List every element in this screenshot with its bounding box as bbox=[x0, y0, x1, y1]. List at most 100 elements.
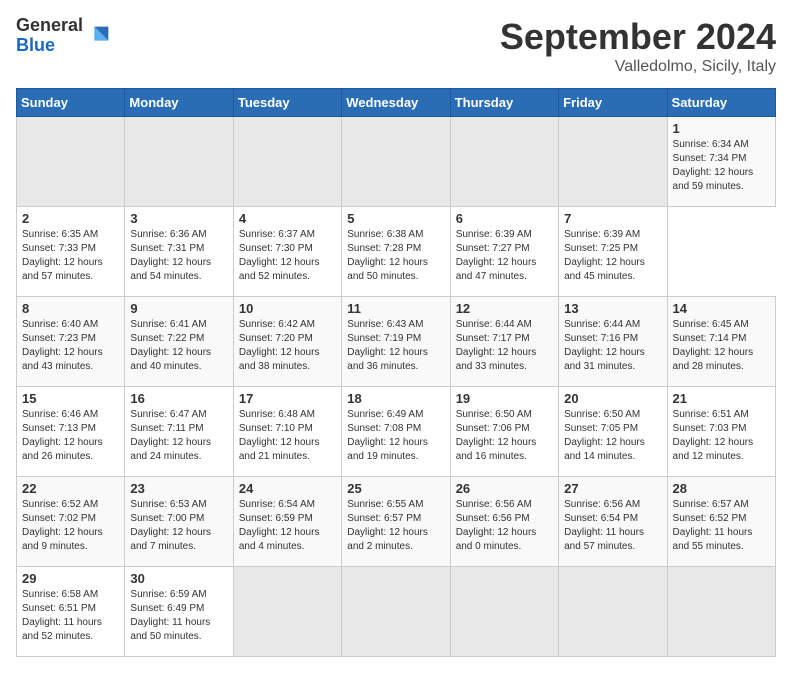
day-cell: 1 Sunrise: 6:34 AMSunset: 7:34 PMDaylight… bbox=[667, 117, 775, 207]
day-number: 28 bbox=[673, 481, 770, 496]
day-cell: 9Sunrise: 6:41 AMSunset: 7:22 PMDaylight… bbox=[125, 297, 233, 387]
day-detail: Sunrise: 6:37 AMSunset: 7:30 PMDaylight:… bbox=[239, 229, 320, 282]
day-detail: Sunrise: 6:50 AMSunset: 7:06 PMDaylight:… bbox=[456, 409, 537, 462]
day-number: 20 bbox=[564, 391, 661, 406]
day-detail: Sunrise: 6:49 AMSunset: 7:08 PMDaylight:… bbox=[347, 409, 428, 462]
day-cell: 14 Sunrise: 6:45 AMSunset: 7:14 PMDayligh… bbox=[667, 297, 775, 387]
day-detail: Sunrise: 6:44 AMSunset: 7:17 PMDaylight:… bbox=[456, 319, 537, 372]
day-cell: 13 Sunrise: 6:44 AMSunset: 7:16 PMDayligh… bbox=[559, 297, 667, 387]
day-number: 26 bbox=[456, 481, 553, 496]
day-cell: 16Sunrise: 6:47 AMSunset: 7:11 PMDayligh… bbox=[125, 387, 233, 477]
day-number: 7 bbox=[564, 211, 661, 226]
day-cell: 3Sunrise: 6:36 AMSunset: 7:31 PMDaylight… bbox=[125, 207, 233, 297]
day-number: 3 bbox=[130, 211, 227, 226]
day-cell: 22 Sunrise: 6:52 AMSunset: 7:02 PMDayligh… bbox=[17, 477, 125, 567]
day-detail: Sunrise: 6:53 AMSunset: 7:00 PMDaylight:… bbox=[130, 499, 211, 552]
month-title: September 2024 bbox=[500, 16, 776, 58]
week-row: 1 Sunrise: 6:34 AMSunset: 7:34 PMDaylight… bbox=[17, 117, 776, 207]
day-number: 14 bbox=[673, 301, 770, 316]
page-header: General Blue September 2024 Valledolmo, … bbox=[16, 16, 776, 76]
day-number: 23 bbox=[130, 481, 227, 496]
day-detail: Sunrise: 6:35 AMSunset: 7:33 PMDaylight:… bbox=[22, 229, 103, 282]
day-number: 2 bbox=[22, 211, 119, 226]
day-detail: Sunrise: 6:46 AMSunset: 7:13 PMDaylight:… bbox=[22, 409, 103, 462]
day-cell: 24 Sunrise: 6:54 AMSunset: 6:59 PMDayligh… bbox=[233, 477, 341, 567]
day-cell: 6 Sunrise: 6:39 AMSunset: 7:27 PMDaylight… bbox=[450, 207, 558, 297]
col-header-thursday: Thursday bbox=[450, 89, 558, 117]
day-number: 19 bbox=[456, 391, 553, 406]
day-detail: Sunrise: 6:39 AMSunset: 7:27 PMDaylight:… bbox=[456, 229, 537, 282]
day-number: 17 bbox=[239, 391, 336, 406]
day-number: 5 bbox=[347, 211, 444, 226]
day-cell: 27 Sunrise: 6:56 AMSunset: 6:54 PMDayligh… bbox=[559, 477, 667, 567]
day-number: 12 bbox=[456, 301, 553, 316]
day-cell: 23 Sunrise: 6:53 AMSunset: 7:00 PMDayligh… bbox=[125, 477, 233, 567]
col-header-tuesday: Tuesday bbox=[233, 89, 341, 117]
day-detail: Sunrise: 6:48 AMSunset: 7:10 PMDaylight:… bbox=[239, 409, 320, 462]
day-detail: Sunrise: 6:43 AMSunset: 7:19 PMDaylight:… bbox=[347, 319, 428, 372]
day-number: 11 bbox=[347, 301, 444, 316]
day-number: 10 bbox=[239, 301, 336, 316]
day-cell: 8Sunrise: 6:40 AMSunset: 7:23 PMDaylight… bbox=[17, 297, 125, 387]
day-detail: Sunrise: 6:56 AMSunset: 6:54 PMDaylight:… bbox=[564, 499, 644, 552]
day-number: 18 bbox=[347, 391, 444, 406]
col-header-sunday: Sunday bbox=[17, 89, 125, 117]
day-cell: 11 Sunrise: 6:43 AMSunset: 7:19 PMDayligh… bbox=[342, 297, 450, 387]
day-cell: 12 Sunrise: 6:44 AMSunset: 7:17 PMDayligh… bbox=[450, 297, 558, 387]
day-detail: Sunrise: 6:50 AMSunset: 7:05 PMDaylight:… bbox=[564, 409, 645, 462]
day-cell: 15 Sunrise: 6:46 AMSunset: 7:13 PMDayligh… bbox=[17, 387, 125, 477]
logo-blue: Blue bbox=[16, 35, 55, 55]
logo-text: General Blue bbox=[16, 16, 83, 56]
col-header-monday: Monday bbox=[125, 89, 233, 117]
empty-cell bbox=[450, 117, 558, 207]
day-detail: Sunrise: 6:34 AMSunset: 7:34 PMDaylight:… bbox=[673, 139, 754, 192]
day-cell: 5Sunrise: 6:38 AMSunset: 7:28 PMDaylight… bbox=[342, 207, 450, 297]
day-detail: Sunrise: 6:52 AMSunset: 7:02 PMDaylight:… bbox=[22, 499, 103, 552]
day-detail: Sunrise: 6:44 AMSunset: 7:16 PMDaylight:… bbox=[564, 319, 645, 372]
day-number: 13 bbox=[564, 301, 661, 316]
day-number: 30 bbox=[130, 571, 227, 586]
day-number: 1 bbox=[673, 121, 770, 136]
day-number: 27 bbox=[564, 481, 661, 496]
day-cell: 7 Sunrise: 6:39 AMSunset: 7:25 PMDaylight… bbox=[559, 207, 667, 297]
day-number: 22 bbox=[22, 481, 119, 496]
day-detail: Sunrise: 6:39 AMSunset: 7:25 PMDaylight:… bbox=[564, 229, 645, 282]
day-detail: Sunrise: 6:51 AMSunset: 7:03 PMDaylight:… bbox=[673, 409, 754, 462]
day-detail: Sunrise: 6:42 AMSunset: 7:20 PMDaylight:… bbox=[239, 319, 320, 372]
day-cell: 4 Sunrise: 6:37 AMSunset: 7:30 PMDaylight… bbox=[233, 207, 341, 297]
day-detail: Sunrise: 6:54 AMSunset: 6:59 PMDaylight:… bbox=[239, 499, 320, 552]
day-number: 6 bbox=[456, 211, 553, 226]
col-header-wednesday: Wednesday bbox=[342, 89, 450, 117]
logo: General Blue bbox=[16, 16, 113, 56]
empty-cell bbox=[125, 117, 233, 207]
day-cell: 10 Sunrise: 6:42 AMSunset: 7:20 PMDayligh… bbox=[233, 297, 341, 387]
day-number: 4 bbox=[239, 211, 336, 226]
day-number: 24 bbox=[239, 481, 336, 496]
day-detail: Sunrise: 6:45 AMSunset: 7:14 PMDaylight:… bbox=[673, 319, 754, 372]
day-cell: 17 Sunrise: 6:48 AMSunset: 7:10 PMDayligh… bbox=[233, 387, 341, 477]
day-number: 9 bbox=[130, 301, 227, 316]
day-number: 15 bbox=[22, 391, 119, 406]
col-header-saturday: Saturday bbox=[667, 89, 775, 117]
day-cell: 26 Sunrise: 6:56 AMSunset: 6:56 PMDayligh… bbox=[450, 477, 558, 567]
empty-cell bbox=[17, 117, 125, 207]
header-row: SundayMondayTuesdayWednesdayThursdayFrid… bbox=[17, 89, 776, 117]
empty-cell bbox=[233, 117, 341, 207]
day-cell: 18 Sunrise: 6:49 AMSunset: 7:08 PMDayligh… bbox=[342, 387, 450, 477]
day-detail: Sunrise: 6:58 AMSunset: 6:51 PMDaylight:… bbox=[22, 589, 102, 642]
day-detail: Sunrise: 6:55 AMSunset: 6:57 PMDaylight:… bbox=[347, 499, 428, 552]
logo-icon bbox=[85, 22, 113, 50]
week-row: 8Sunrise: 6:40 AMSunset: 7:23 PMDaylight… bbox=[17, 297, 776, 387]
day-detail: Sunrise: 6:57 AMSunset: 6:52 PMDaylight:… bbox=[673, 499, 753, 552]
day-cell: 2 Sunrise: 6:35 AMSunset: 7:33 PMDaylight… bbox=[17, 207, 125, 297]
day-number: 16 bbox=[130, 391, 227, 406]
logo-general: General bbox=[16, 15, 83, 35]
week-row: 22 Sunrise: 6:52 AMSunset: 7:02 PMDayligh… bbox=[17, 477, 776, 567]
col-header-friday: Friday bbox=[559, 89, 667, 117]
week-row: 15 Sunrise: 6:46 AMSunset: 7:13 PMDayligh… bbox=[17, 387, 776, 477]
day-cell: 28 Sunrise: 6:57 AMSunset: 6:52 PMDayligh… bbox=[667, 477, 775, 567]
day-detail: Sunrise: 6:56 AMSunset: 6:56 PMDaylight:… bbox=[456, 499, 537, 552]
location: Valledolmo, Sicily, Italy bbox=[500, 58, 776, 76]
day-detail: Sunrise: 6:59 AMSunset: 6:49 PMDaylight:… bbox=[130, 589, 210, 642]
day-cell: 25Sunrise: 6:55 AMSunset: 6:57 PMDayligh… bbox=[342, 477, 450, 567]
